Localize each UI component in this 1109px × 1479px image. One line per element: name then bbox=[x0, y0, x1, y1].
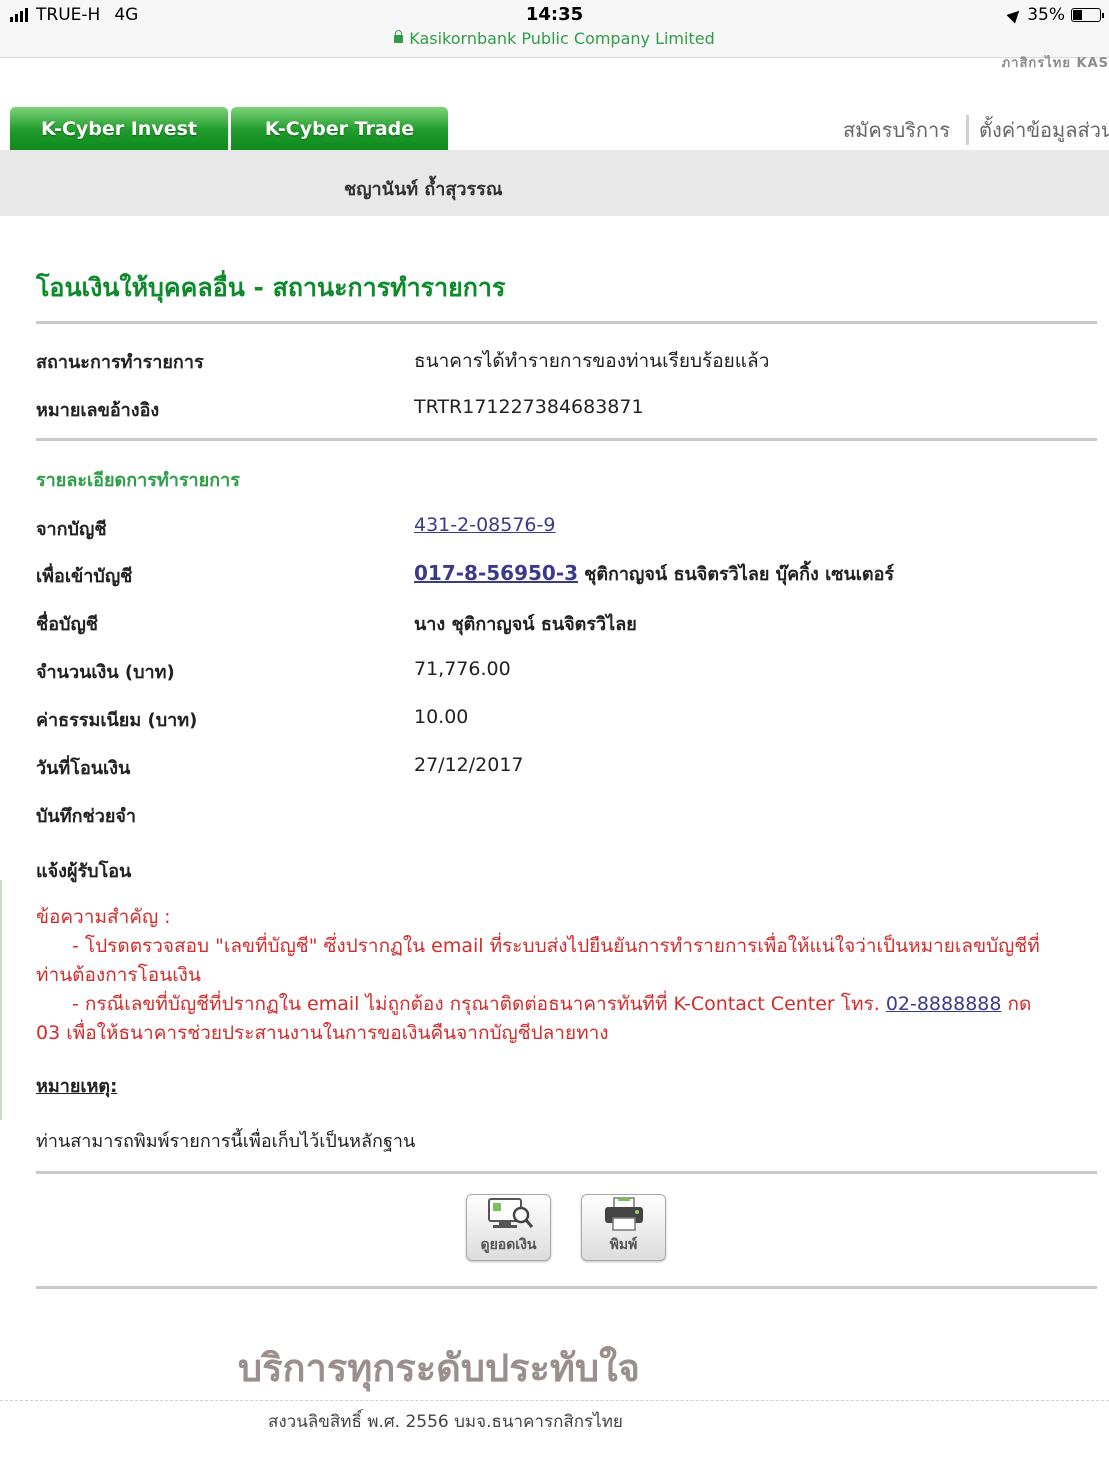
notice-line-2-text: - กรณีเลขที่บัญชีที่ปรากฏใน email ไม่ถูก… bbox=[72, 993, 880, 1015]
remark-text: ท่านสามารถพิมพ์รายการนี้เพื่อเก็บไว้เป็น… bbox=[36, 1131, 416, 1152]
brand-logo-text: ภาสิกรไทย KAS bbox=[1001, 56, 1109, 71]
notice-line-1: - โปรดตรวจสอบ "เลขที่บัญชี" ซึ่งปรากฏใน … bbox=[72, 935, 1040, 957]
clock: 14:35 bbox=[525, 4, 584, 25]
monitor-search-icon bbox=[487, 1198, 533, 1228]
notice-line-2-suffix: กด bbox=[1007, 993, 1032, 1015]
memo-label: บันทึกช่วยจำ bbox=[36, 806, 137, 827]
copyright-text: สงวนลิขสิทธิ์ พ.ศ. 2556 บมจ.ธนาคารกสิกรไ… bbox=[268, 1412, 623, 1432]
print-label: พิมพ์ bbox=[609, 1237, 638, 1253]
battery-icon bbox=[1071, 8, 1104, 22]
status-value: ธนาคารได้ทำรายการของท่านเรียบร้อยแล้ว bbox=[414, 350, 770, 372]
battery-percent: 35% bbox=[1027, 5, 1065, 25]
user-bar: ชญานันท์ ถ้ำสุวรรณ bbox=[0, 150, 1109, 216]
settings-link[interactable]: ตั้งค่าข้อมูลส่วนตัว bbox=[979, 118, 1109, 142]
date-label: วันที่โอนเงิน bbox=[36, 758, 131, 779]
user-name: ชญานันท์ ถ้ำสุวรรณ bbox=[344, 179, 503, 200]
side-accent bbox=[0, 880, 2, 1120]
tab-k-cyber-trade[interactable]: K-Cyber Trade bbox=[231, 107, 448, 150]
site-title: Kasikornbank Public Company Limited bbox=[409, 29, 715, 48]
amount-value: 71,776.00 bbox=[414, 658, 511, 680]
view-balance-label: ดูยอดเงิน bbox=[480, 1237, 537, 1253]
notice-line-3: 03 เพื่อให้ธนาคารช่วยประสานงานในการขอเงิ… bbox=[36, 1022, 609, 1044]
date-value: 27/12/2017 bbox=[414, 754, 524, 776]
view-balance-button[interactable]: ดูยอดเงิน bbox=[466, 1194, 551, 1261]
notice-line-1b: ท่านต้องการโอนเงิน bbox=[36, 964, 201, 986]
amount-label: จำนวนเงิน (บาท) bbox=[36, 662, 175, 683]
status-bar: TRUE-H 4G 14:35 Kasikornbank Public Comp… bbox=[0, 0, 1109, 58]
section-title: รายละเอียดการทำรายการ bbox=[36, 470, 240, 491]
divider bbox=[36, 1286, 1097, 1289]
from-account-link[interactable]: 431-2-08576-9 bbox=[414, 514, 555, 536]
remark-heading: หมายเหตุ: bbox=[36, 1076, 118, 1097]
top-nav: สมัครบริการ ตั้งค่าข้อมูลส่วนตัว bbox=[843, 114, 1109, 146]
to-account-name: ชุติกาญจน์ ธนจิตรวิไลย บุ๊คกิ้ง เซนเตอร์ bbox=[584, 564, 895, 585]
divider bbox=[36, 1171, 1097, 1174]
action-buttons: ดูยอดเงิน พิมพ์ bbox=[466, 1194, 666, 1261]
notice-line-2: - กรณีเลขที่บัญชีที่ปรากฏใน email ไม่ถูก… bbox=[36, 990, 1086, 1019]
account-name-value: นาง ชุติกาญจน์ ธนจิตรวิไลย bbox=[414, 614, 637, 635]
important-notice: ข้อความสำคัญ : - โปรดตรวจสอบ "เลขที่บัญช… bbox=[36, 903, 1086, 1048]
fee-value: 10.00 bbox=[414, 706, 469, 728]
page-title: โอนเงินให้บุคคลอื่น - สถานะการทำรายการ bbox=[36, 273, 506, 302]
printer-icon bbox=[604, 1197, 643, 1231]
tab-k-cyber-invest[interactable]: K-Cyber Invest bbox=[10, 107, 228, 150]
divider bbox=[36, 438, 1097, 441]
product-tabs: K-Cyber Invest K-Cyber Trade bbox=[10, 107, 448, 150]
nav-divider bbox=[966, 115, 969, 145]
location-icon bbox=[1006, 6, 1024, 24]
lock-icon bbox=[394, 30, 404, 43]
to-account-row: 017-8-56950-3 ชุติกาญจน์ ธนจิตรวิไลย บุ๊… bbox=[414, 559, 894, 588]
account-name-label: ชื่อบัญชี bbox=[36, 614, 99, 635]
notify-recipient-label: แจ้งผู้รับโอน bbox=[36, 861, 132, 882]
fee-label: ค่าธรรมเนียม (บาท) bbox=[36, 710, 198, 731]
notice-heading: ข้อความสำคัญ : bbox=[36, 906, 171, 928]
to-account-link[interactable]: 017-8-56950-3 bbox=[414, 561, 578, 585]
from-account-label: จากบัญชี bbox=[36, 519, 107, 540]
reference-value: TRTR171227384683871 bbox=[414, 396, 644, 418]
url-bar[interactable]: Kasikornbank Public Company Limited bbox=[0, 29, 1109, 48]
battery-info: 35% bbox=[1006, 5, 1104, 25]
divider bbox=[36, 321, 1097, 324]
contact-phone-link[interactable]: 02-8888888 bbox=[886, 993, 1002, 1015]
to-account-label: เพื่อเข้าบัญชี bbox=[36, 566, 133, 587]
from-account-row: 431-2-08576-9 bbox=[414, 514, 555, 536]
print-button[interactable]: พิมพ์ bbox=[581, 1194, 666, 1261]
status-label: สถานะการทำรายการ bbox=[36, 352, 204, 373]
register-link[interactable]: สมัครบริการ bbox=[843, 114, 950, 146]
footer-divider bbox=[0, 1400, 1109, 1401]
reference-label: หมายเลขอ้างอิง bbox=[36, 400, 160, 421]
footer-slogan: บริการทุกระดับประทับใจ bbox=[238, 1346, 640, 1390]
